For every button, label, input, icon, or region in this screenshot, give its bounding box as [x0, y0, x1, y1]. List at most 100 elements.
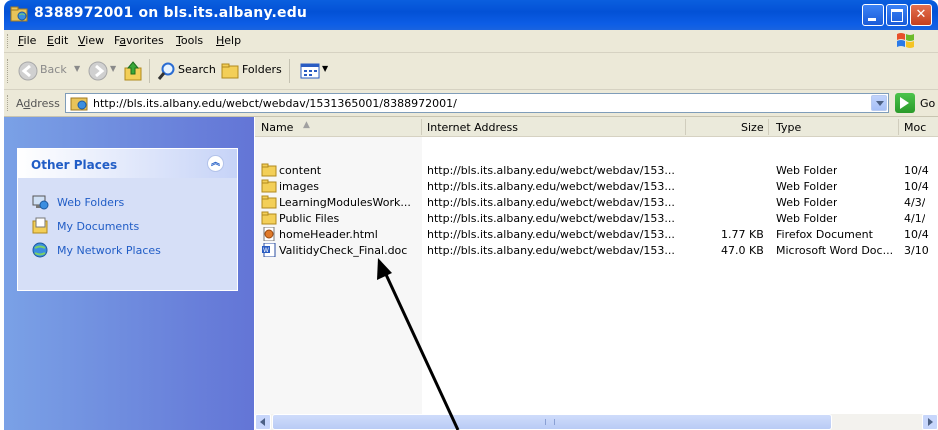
folder-icon	[261, 179, 277, 193]
toolbar-separator	[289, 59, 290, 83]
menu-file[interactable]: File	[18, 34, 36, 47]
column-header-row: Name ▲ Internet Address Size Type Moc	[255, 117, 938, 137]
file-type: Web Folder	[776, 196, 838, 209]
column-header-type[interactable]: Type	[776, 121, 801, 134]
table-row[interactable]: content http://bls.its.albany.edu/webct/…	[255, 163, 938, 179]
column-divider[interactable]	[421, 119, 422, 135]
place-label: My Documents	[57, 220, 140, 233]
column-header-size[interactable]: Size	[741, 121, 764, 134]
file-modified: 10/4	[904, 164, 929, 177]
close-icon: ✕	[915, 7, 927, 22]
file-address: http://bls.its.albany.edu/webct/webdav/1…	[427, 228, 675, 241]
address-bar: Address http://bls.its.albany.edu/webct/…	[4, 90, 938, 117]
menu-favorites[interactable]: Favorites	[114, 34, 164, 47]
go-button[interactable]: Go	[920, 97, 935, 110]
menubar-grip[interactable]	[7, 34, 11, 48]
address-url[interactable]: http://bls.its.albany.edu/webct/webdav/1…	[93, 97, 457, 110]
up-folder-icon[interactable]	[123, 60, 143, 82]
file-modified: 4/1/	[904, 212, 926, 225]
scroll-right-button[interactable]	[922, 414, 938, 430]
folders-icon[interactable]	[220, 62, 240, 80]
html-file-icon	[263, 227, 275, 241]
table-row[interactable]: homeHeader.html http://bls.its.albany.ed…	[255, 227, 938, 243]
sorted-column-shade	[255, 117, 422, 414]
column-header-name[interactable]: Name	[261, 121, 293, 134]
menu-view[interactable]: View	[78, 34, 104, 47]
collapse-chevron-icon[interactable]: ︽	[207, 155, 224, 172]
task-pane: Other Places ︽ Web Folders My Documents	[4, 117, 254, 430]
file-name: ValitidyCheck_Final.doc	[279, 244, 408, 257]
table-row[interactable]: Public Files http://bls.its.albany.edu/w…	[255, 211, 938, 227]
column-divider[interactable]	[898, 119, 899, 135]
windows-logo-icon	[897, 33, 914, 48]
addressbar-grip[interactable]	[7, 95, 11, 111]
file-type: Firefox Document	[776, 228, 873, 241]
file-type: Web Folder	[776, 180, 838, 193]
menu-help[interactable]: Help	[216, 34, 241, 47]
table-row[interactable]: W ValitidyCheck_Final.doc http://bls.its…	[255, 243, 938, 259]
file-size: 47.0 KB	[721, 244, 764, 257]
minimize-button[interactable]	[862, 4, 884, 26]
column-header-address[interactable]: Internet Address	[427, 121, 518, 134]
views-dropdown-icon[interactable]: ▼	[322, 64, 328, 73]
views-icon[interactable]	[300, 62, 320, 80]
file-modified: 10/4	[904, 228, 929, 241]
file-address: http://bls.its.albany.edu/webct/webdav/1…	[427, 196, 675, 209]
network-places-icon	[32, 242, 48, 258]
file-modified: 3/10	[904, 244, 929, 257]
back-arrow-icon[interactable]	[18, 61, 38, 81]
menu-edit[interactable]: Edit	[47, 34, 68, 47]
horizontal-scrollbar[interactable]	[255, 414, 938, 430]
standard-toolbar: Back ▼ ▼ Search Folders ▼	[4, 53, 938, 90]
go-arrow-icon[interactable]	[895, 93, 915, 113]
back-dropdown-icon[interactable]: ▼	[74, 64, 80, 73]
column-divider[interactable]	[768, 119, 769, 135]
file-address: http://bls.its.albany.edu/webct/webdav/1…	[427, 212, 675, 225]
menu-bar: File Edit View Favorites Tools Help	[4, 30, 938, 53]
title-bar[interactable]: 8388972001 on bls.its.albany.edu ✕	[4, 0, 938, 30]
window-title: 8388972001 on bls.its.albany.edu	[34, 5, 308, 21]
file-size: 1.77 KB	[721, 228, 764, 241]
folders-button[interactable]: Folders	[242, 63, 282, 76]
svg-text:W: W	[263, 247, 269, 254]
menu-tools[interactable]: Tools	[176, 34, 203, 47]
search-button[interactable]: Search	[178, 63, 216, 76]
address-field[interactable]: http://bls.its.albany.edu/webct/webdav/1…	[65, 93, 889, 113]
file-modified: 10/4	[904, 180, 929, 193]
column-header-modified[interactable]: Moc	[904, 121, 926, 134]
forward-dropdown-icon[interactable]: ▼	[110, 64, 116, 73]
search-icon[interactable]	[157, 61, 177, 81]
file-address: http://bls.its.albany.edu/webct/webdav/1…	[427, 180, 675, 193]
column-divider[interactable]	[685, 119, 686, 135]
file-type: Web Folder	[776, 212, 838, 225]
maximize-button[interactable]	[886, 4, 908, 26]
other-places-title: Other Places	[31, 158, 118, 172]
word-doc-icon: W	[262, 243, 276, 257]
web-folder-icon	[70, 97, 88, 111]
explorer-window: 8388972001 on bls.its.albany.edu ✕ File …	[0, 0, 938, 430]
place-label: My Network Places	[57, 244, 161, 257]
file-name: Public Files	[279, 212, 340, 225]
other-places-header[interactable]: Other Places ︽	[18, 149, 237, 178]
toolbar-grip[interactable]	[7, 59, 11, 83]
folder-icon	[261, 163, 277, 177]
file-address: http://bls.its.albany.edu/webct/webdav/1…	[427, 244, 675, 257]
file-name: content	[279, 164, 322, 177]
table-row[interactable]: LearningModulesWork... http://bls.its.al…	[255, 195, 938, 211]
forward-arrow-icon[interactable]	[88, 61, 108, 81]
file-list[interactable]: Name ▲ Internet Address Size Type Moc co…	[255, 117, 938, 414]
address-label: Address	[16, 97, 60, 110]
back-button[interactable]: Back	[40, 63, 67, 76]
file-type: Microsoft Word Doc...	[776, 244, 894, 257]
file-address: http://bls.its.albany.edu/webct/webdav/1…	[427, 164, 675, 177]
file-type: Web Folder	[776, 164, 838, 177]
other-places-panel: Other Places ︽ Web Folders My Documents	[17, 148, 238, 291]
folder-icon	[261, 211, 277, 225]
my-documents-icon	[32, 217, 48, 234]
address-dropdown-button[interactable]	[871, 95, 887, 111]
close-button[interactable]: ✕	[910, 4, 932, 26]
table-row[interactable]: images http://bls.its.albany.edu/webct/w…	[255, 179, 938, 195]
scroll-left-button[interactable]	[255, 414, 271, 430]
file-name: LearningModulesWork...	[279, 196, 411, 209]
scroll-thumb[interactable]	[272, 414, 832, 430]
